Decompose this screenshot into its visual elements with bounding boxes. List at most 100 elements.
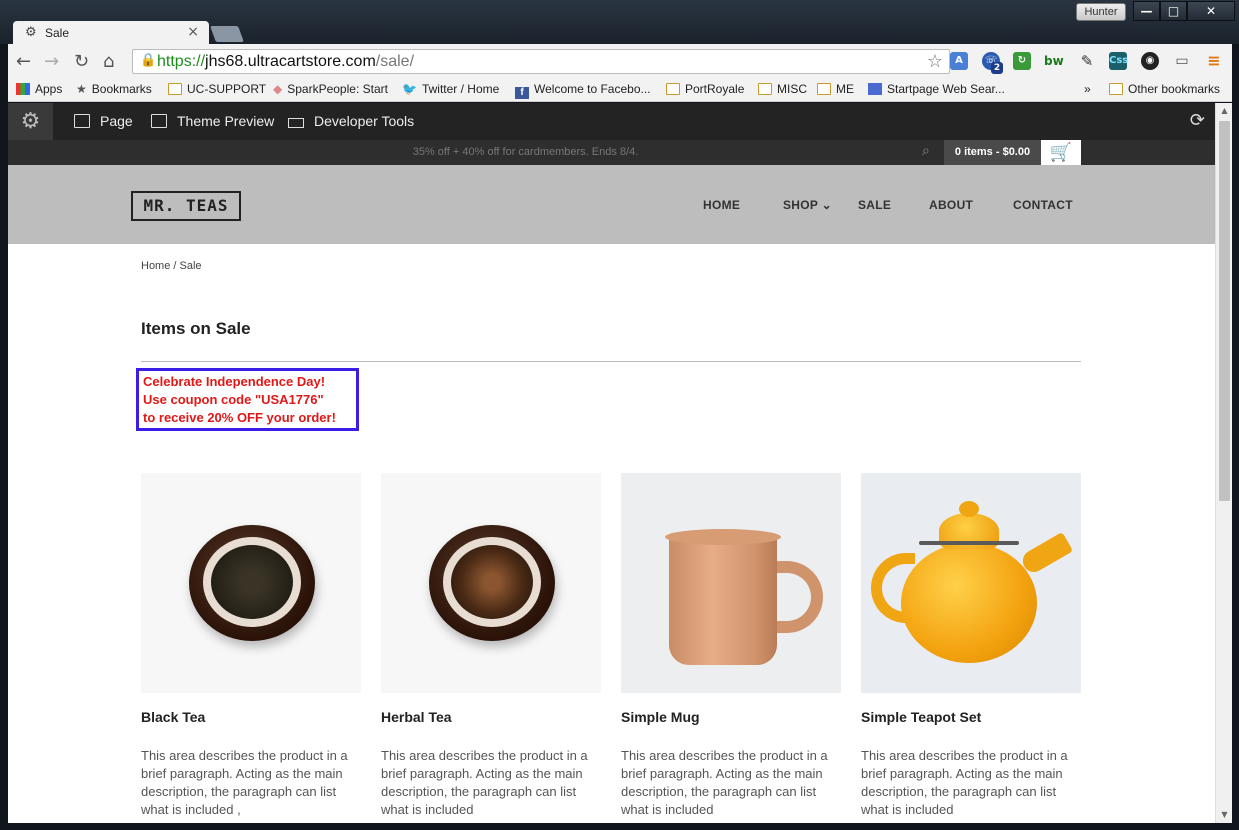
address-bar[interactable]: 🔒 https://jhs68.ultracartstore.com/sale/…	[132, 49, 950, 74]
scrollbar-thumb[interactable]	[1219, 121, 1230, 501]
folder-icon	[666, 83, 680, 95]
color-wheel-extension-icon[interactable]: ◉	[1141, 52, 1159, 70]
bookmark-portroyale[interactable]: PortRoyale	[666, 82, 744, 96]
bookmark-me[interactable]: ME	[817, 82, 854, 96]
divider	[141, 361, 1081, 362]
product-name[interactable]: Black Tea	[141, 709, 361, 725]
coupon-line: Use coupon code "USA1776"	[143, 392, 324, 407]
product-description: This area describes the product in a bri…	[141, 748, 348, 817]
minimize-button[interactable]: —	[1133, 1, 1160, 21]
product-name[interactable]: Simple Teapot Set	[861, 709, 1081, 725]
product-image-herbal-tea[interactable]	[381, 473, 601, 693]
cms-theme-preview-button[interactable]: Theme Preview	[151, 113, 274, 129]
site-header: MR. TEAS HOME SHOP ⌄ SALE ABOUT CONTACT	[8, 165, 1215, 244]
site-logo[interactable]: MR. TEAS	[131, 191, 241, 221]
bookmark-startpage[interactable]: Startpage Web Sear...	[868, 82, 1005, 96]
tab-close-icon[interactable]: ×	[187, 24, 199, 40]
scroll-up-arrow-icon[interactable]: ▲	[1216, 103, 1232, 119]
bookmark-facebook[interactable]: f Welcome to Facebo...	[515, 82, 651, 99]
cast-icon[interactable]: ▭	[1173, 52, 1191, 70]
folder-icon	[1109, 83, 1123, 95]
bookmark-misc[interactable]: MISC	[758, 82, 807, 96]
star-icon: ★	[76, 82, 87, 96]
tab-title: Sale	[45, 26, 70, 40]
bookmark-star-icon[interactable]: ☆	[927, 51, 943, 72]
browser-toolbar: ← → ↻ ⌂ 🔒 https://jhs68.ultracartstore.c…	[8, 44, 1232, 78]
facebook-icon: f	[515, 87, 529, 99]
menu-icon[interactable]: ≡	[1205, 52, 1223, 70]
extension-badge: 2	[991, 62, 1003, 74]
product-image-simple-mug[interactable]	[621, 473, 841, 693]
coupon-line: to receive 20% OFF your order!	[143, 410, 336, 425]
product-card: Black Tea This area describes the produc…	[141, 473, 361, 819]
nav-home[interactable]: HOME	[703, 198, 740, 212]
browser-tab-sale[interactable]: ⚙ Sale ×	[13, 21, 209, 45]
sync-icon[interactable]: ⟳	[1190, 110, 1205, 131]
folder-icon	[817, 83, 831, 95]
product-name[interactable]: Herbal Tea	[381, 709, 601, 725]
browser-titlebar: ⚙ Sale × Hunter — □ ✕	[0, 0, 1239, 45]
cms-toolbar: ⚙ Page Theme Preview Developer Tools ⟳	[8, 103, 1215, 140]
twitter-icon: 🐦	[402, 82, 417, 96]
promo-text: 35% off + 40% off for cardmembers. Ends …	[412, 146, 639, 158]
coupon-banner: Celebrate Independence Day! Use coupon c…	[136, 368, 359, 431]
page-icon	[74, 114, 90, 128]
profile-button[interactable]: Hunter	[1076, 3, 1126, 21]
breadcrumb[interactable]: Home / Sale	[141, 260, 202, 272]
page-title: Items on Sale	[141, 319, 251, 338]
bookmark-apps[interactable]: Apps	[16, 82, 62, 96]
cms-logo-icon[interactable]: ⚙	[8, 103, 53, 140]
product-description: This area describes the product in a bri…	[381, 748, 588, 817]
page-viewport: ⚙ Page Theme Preview Developer Tools ⟳ 3…	[8, 103, 1232, 823]
reload-icon[interactable]: ↻	[74, 51, 89, 72]
developer-tools-icon	[288, 118, 304, 128]
bookmark-uc-support[interactable]: UC-SUPPORT	[168, 82, 266, 96]
cms-developer-tools-button[interactable]: Developer Tools	[288, 113, 414, 129]
promo-bar: 35% off + 40% off for cardmembers. Ends …	[8, 140, 1215, 165]
nav-shop[interactable]: SHOP ⌄	[783, 198, 832, 212]
scroll-down-arrow-icon[interactable]: ▼	[1216, 807, 1232, 823]
new-tab-button[interactable]	[210, 26, 244, 42]
product-description: This area describes the product in a bri…	[861, 748, 1068, 817]
bookmark-sparkpeople[interactable]: ◆ SparkPeople: Start	[273, 82, 388, 96]
product-name[interactable]: Simple Mug	[621, 709, 841, 725]
chevron-down-icon: ⌄	[821, 198, 832, 212]
refresh-extension-icon[interactable]: ↻	[1013, 52, 1031, 70]
product-card: Herbal Tea This area describes the produ…	[381, 473, 601, 819]
nav-sale[interactable]: SALE	[858, 198, 891, 212]
home-icon[interactable]: ⌂	[103, 51, 114, 72]
search-icon[interactable]: ⌕	[922, 143, 930, 159]
cms-page-button[interactable]: Page	[74, 113, 133, 129]
close-window-button[interactable]: ✕	[1187, 1, 1235, 21]
lock-icon: 🔒	[140, 53, 157, 68]
product-image-black-tea[interactable]	[141, 473, 361, 693]
translate-extension-icon[interactable]: A	[950, 52, 968, 70]
folder-icon	[168, 83, 182, 95]
product-image-simple-teapot-set[interactable]	[861, 473, 1081, 693]
startpage-icon	[868, 83, 882, 95]
coupon-line: Celebrate Independence Day!	[143, 374, 326, 389]
loading-gear-icon: ⚙	[25, 25, 37, 40]
bookmarks-bar: Apps ★ Bookmarks UC-SUPPORT ◆ SparkPeople:…	[8, 78, 1232, 102]
bookmarks-overflow-chevron[interactable]: »	[1084, 82, 1091, 96]
bookmark-bookmarks[interactable]: ★ Bookmarks	[76, 82, 152, 96]
eyedropper-extension-icon[interactable]: ✎	[1078, 52, 1096, 70]
back-arrow-icon[interactable]: ←	[16, 51, 31, 72]
sparkpeople-icon: ◆	[273, 82, 283, 96]
theme-preview-icon	[151, 114, 167, 128]
folder-icon	[758, 83, 772, 95]
nav-contact[interactable]: CONTACT	[1013, 198, 1073, 212]
bw-extension-icon[interactable]: bw	[1044, 52, 1064, 70]
forward-arrow-icon[interactable]: →	[44, 51, 59, 72]
css-extension-icon[interactable]: Css	[1109, 52, 1128, 70]
bookmark-twitter[interactable]: 🐦 Twitter / Home	[402, 82, 499, 96]
product-card: Simple Mug This area describes the produ…	[621, 473, 841, 819]
maximize-button[interactable]: □	[1160, 1, 1187, 21]
product-description: This area describes the product in a bri…	[621, 748, 828, 817]
cart-icon[interactable]: 🛒	[1041, 140, 1081, 165]
cart-summary[interactable]: 0 items - $0.00	[944, 140, 1041, 165]
vertical-scrollbar[interactable]: ▲ ▼	[1215, 103, 1232, 823]
apps-grid-icon	[16, 83, 30, 95]
bookmark-other[interactable]: Other bookmarks	[1109, 82, 1220, 96]
nav-about[interactable]: ABOUT	[929, 198, 973, 212]
